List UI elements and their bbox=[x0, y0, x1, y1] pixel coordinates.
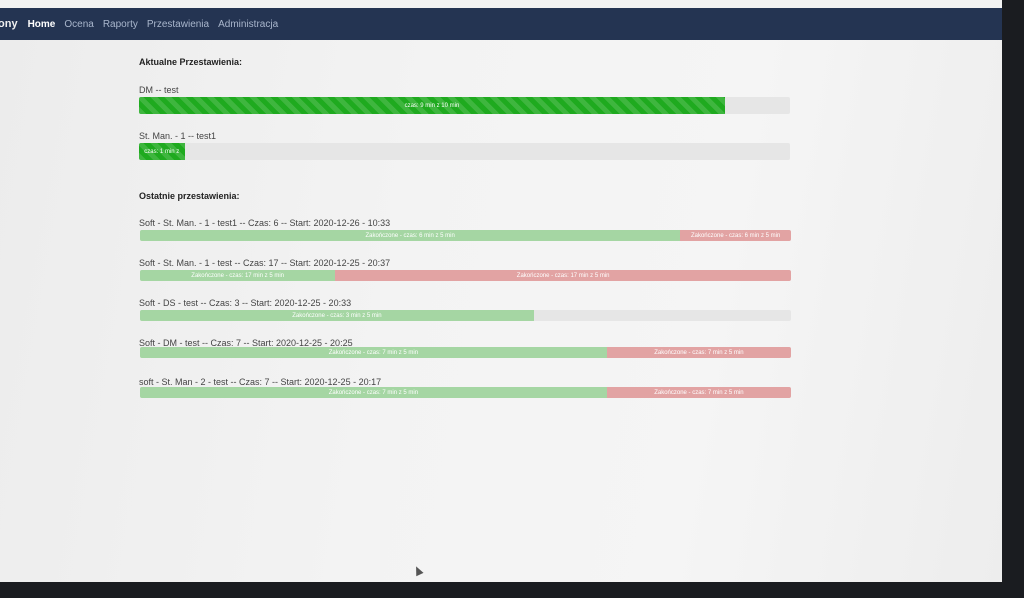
mouse-cursor-icon bbox=[412, 564, 424, 577]
progress-text: czas: 1 min z bbox=[144, 148, 180, 155]
top-navbar: ony Home Ocena Raporty Przestawienia Adm… bbox=[0, 8, 1002, 40]
current-progress-track: czas: 1 min z bbox=[139, 143, 790, 160]
progress-segment-overtime: Zakończone - czas: 7 min z 5 min bbox=[606, 347, 791, 358]
progress-segment-ok: Zakończone - czas: 17 min z 5 min bbox=[140, 270, 336, 281]
nav-link-przestawienia[interactable]: Przestawienia bbox=[147, 19, 209, 30]
recent-progress-track: Zakończone - czas: 17 min z 5 min Zakońc… bbox=[140, 270, 791, 281]
screen: ony Home Ocena Raporty Przestawienia Adm… bbox=[0, 0, 1002, 582]
current-item-label: St. Man. - 1 -- test1 bbox=[139, 131, 217, 141]
progress-segment-ok: Zakończone - czas: 7 min z 5 min bbox=[140, 387, 607, 398]
recent-item-label: Soft - St. Man. - 1 - test -- Czas: 17 -… bbox=[139, 258, 391, 268]
segment-text: Zakończone - czas: 17 min z 5 min bbox=[516, 272, 610, 279]
current-progress-track: czas: 9 min z 10 min bbox=[139, 97, 790, 114]
progress-segment-ok: Zakończone - czas: 7 min z 5 min bbox=[140, 347, 607, 358]
nav-link-ocena[interactable]: Ocena bbox=[64, 19, 93, 30]
current-item-label: DM -- test bbox=[139, 85, 179, 95]
segment-text: Zakończone - czas: 6 min z 5 min bbox=[690, 232, 781, 239]
progress-segment-overtime: Zakończone - czas: 17 min z 5 min bbox=[335, 270, 791, 281]
segment-text: Zakończone - czas: 3 min z 5 min bbox=[292, 312, 382, 319]
recent-item-label: Soft - St. Man. - 1 - test1 -- Czas: 6 -… bbox=[139, 218, 391, 228]
segment-text: Zakończone - czas: 7 min z 5 min bbox=[328, 389, 419, 396]
segment-text: Zakończone - czas: 7 min z 5 min bbox=[654, 389, 744, 396]
recent-item-label: soft - St. Man - 2 - test -- Czas: 7 -- … bbox=[139, 377, 382, 387]
nav-link-administracja[interactable]: Administracja bbox=[218, 19, 278, 30]
current-section-title: Aktualne Przestawienia: bbox=[139, 57, 243, 67]
nav-link-raporty[interactable]: Raporty bbox=[103, 19, 138, 30]
current-progress-bar: czas: 9 min z 10 min bbox=[139, 97, 725, 114]
recent-progress-track: Zakończone - czas: 7 min z 5 min Zakończ… bbox=[140, 347, 791, 358]
recent-progress-track: Zakończone - czas: 7 min z 5 min Zakończ… bbox=[140, 387, 791, 398]
segment-text: Zakończone - czas: 17 min z 5 min bbox=[191, 272, 284, 279]
progress-segment-ok: Zakończone - czas: 6 min z 5 min bbox=[140, 230, 681, 241]
recent-section-title: Ostatnie przestawienia: bbox=[139, 191, 240, 201]
segment-text: Zakończone - czas: 6 min z 5 min bbox=[365, 232, 455, 239]
recent-progress-track: Zakończone - czas: 6 min z 5 min Zakończ… bbox=[140, 230, 791, 241]
nav-link-home[interactable]: Home bbox=[28, 19, 56, 30]
segment-text: Zakończone - czas: 7 min z 5 min bbox=[328, 349, 419, 356]
progress-segment-ok: Zakończone - czas: 3 min z 5 min bbox=[140, 310, 534, 321]
segment-text: Zakończone - czas: 7 min z 5 min bbox=[654, 349, 744, 356]
current-progress-bar: czas: 1 min z bbox=[139, 143, 185, 160]
recent-progress-track: Zakończone - czas: 3 min z 5 min bbox=[140, 310, 791, 321]
progress-text: czas: 9 min z 10 min bbox=[404, 102, 460, 109]
recent-item-label: Soft - DS - test -- Czas: 3 -- Start: 20… bbox=[139, 298, 352, 308]
progress-segment-overtime: Zakończone - czas: 6 min z 5 min bbox=[680, 230, 791, 241]
browser-strip bbox=[0, 0, 1002, 8]
brand-logo[interactable]: ony bbox=[0, 18, 18, 30]
progress-segment-overtime: Zakończone - czas: 7 min z 5 min bbox=[606, 387, 791, 398]
